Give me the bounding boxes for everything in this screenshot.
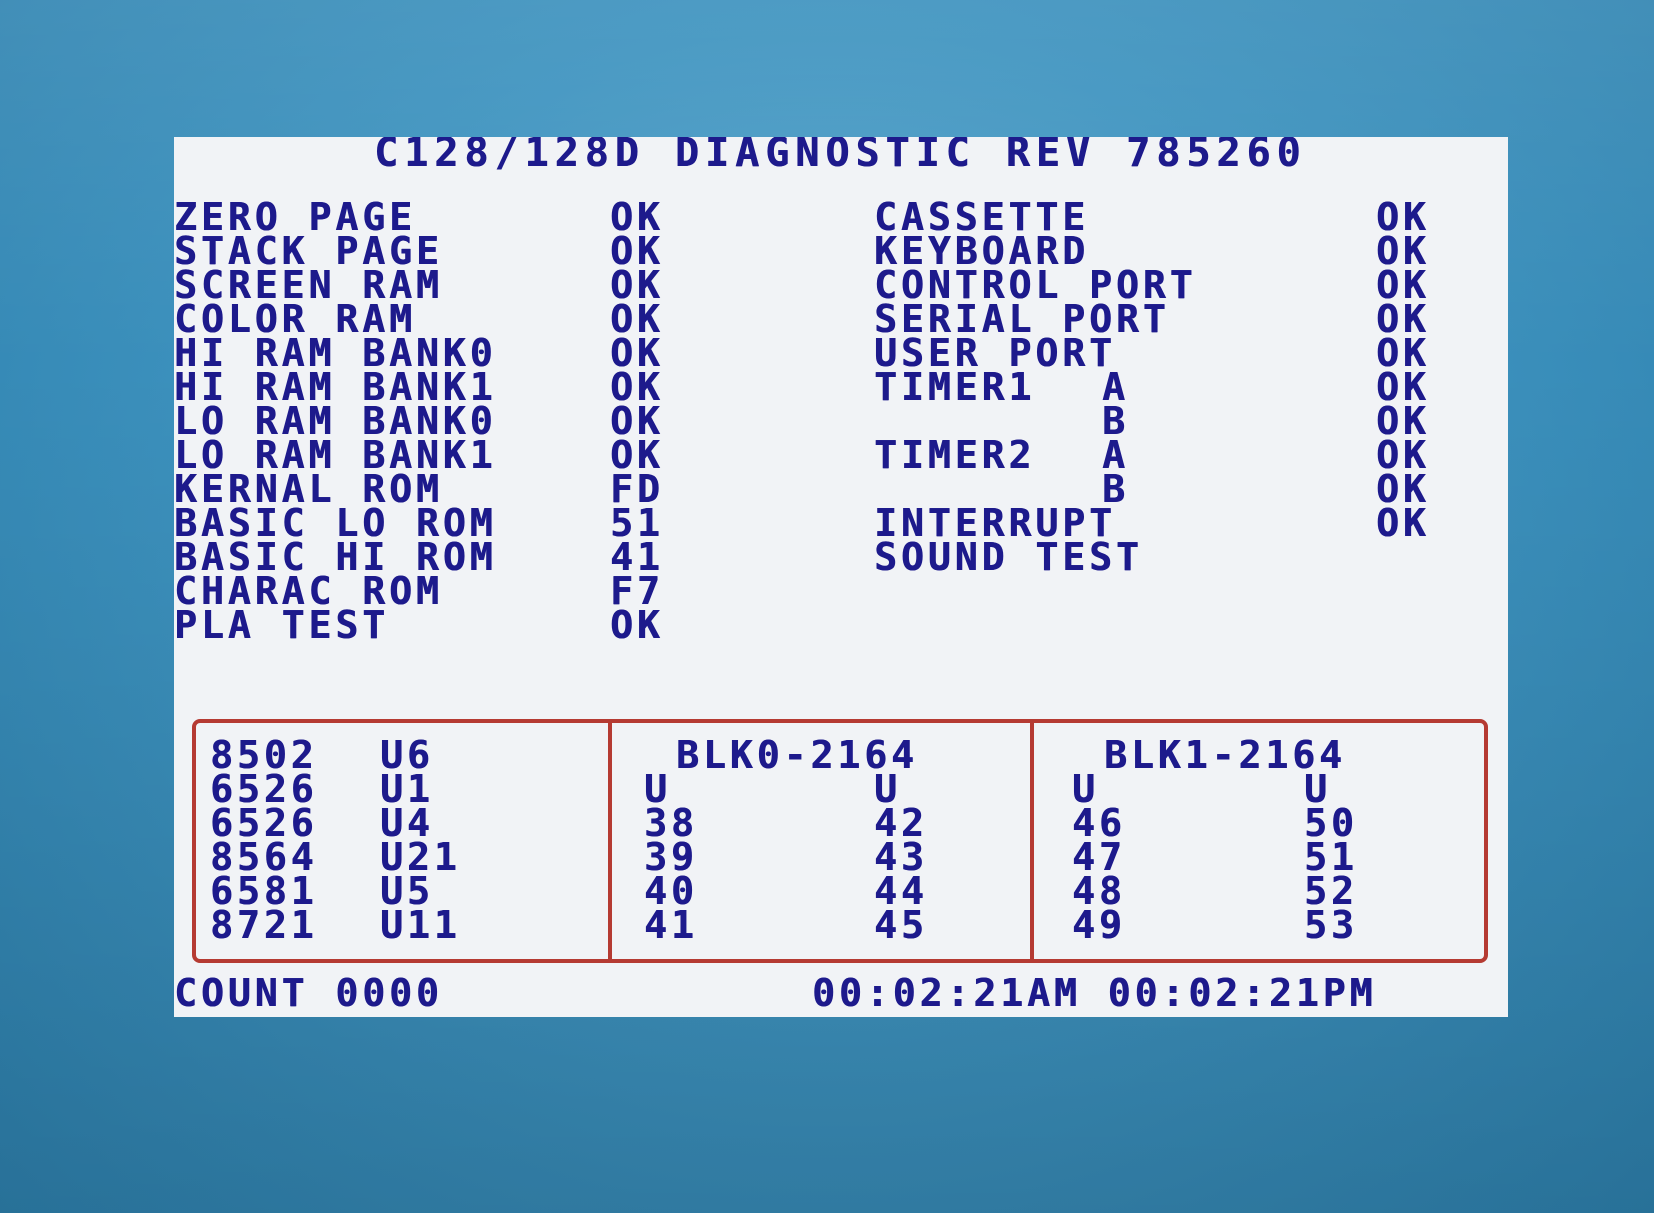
- page-title: C128/128D DIAGNOSTIC REV 785260: [374, 137, 1307, 176]
- blk0-u45: 45: [874, 903, 928, 947]
- panel-divider-2: [1030, 719, 1034, 963]
- test-label-timer2: TIMER2: [874, 433, 1036, 477]
- chip-part-8721: 8721: [210, 903, 318, 947]
- count-readout: COUNT 0000: [174, 971, 443, 1015]
- test-label-timer1: TIMER1: [874, 365, 1036, 409]
- panel-divider-1: [608, 719, 612, 963]
- clock-readout: 00:02:21AM 00:02:21PM: [812, 971, 1377, 1015]
- test-label-sound-test: SOUND TEST: [874, 535, 1143, 579]
- c128-screen: C128/128D DIAGNOSTIC REV 785260 ZERO PAG…: [174, 137, 1508, 1017]
- blk0-u41: 41: [644, 903, 698, 947]
- blk1-u49: 49: [1072, 903, 1126, 947]
- blk1-u53: 53: [1304, 903, 1358, 947]
- test-label-pla-test: PLA TEST: [174, 603, 390, 647]
- chip-loc-u11: U11: [380, 903, 461, 947]
- test-result-interrupt: OK: [1376, 501, 1430, 545]
- test-result-pla-test: OK: [610, 603, 664, 647]
